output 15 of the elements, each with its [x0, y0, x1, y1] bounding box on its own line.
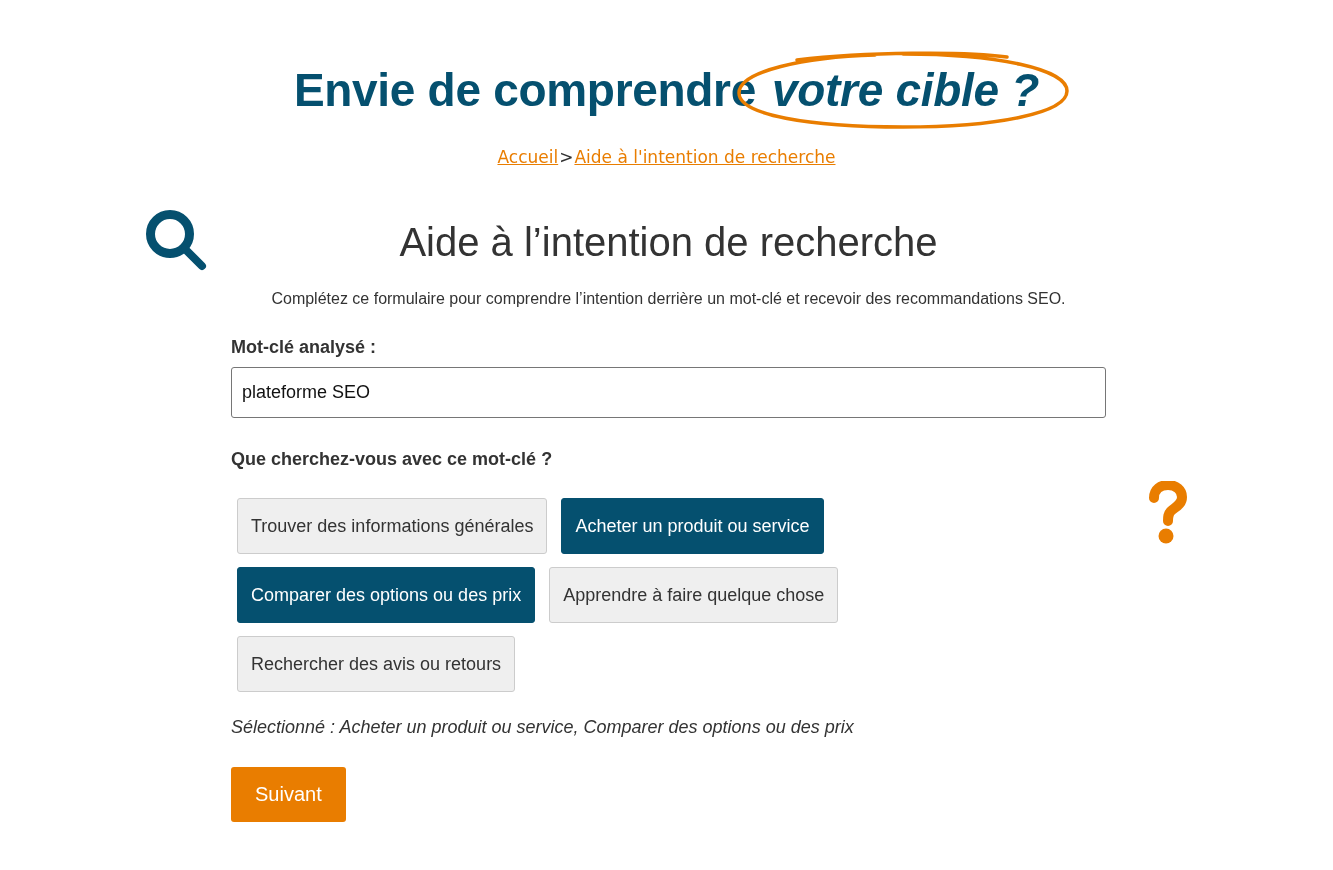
intent-option-button[interactable]: Rechercher des avis ou retours	[237, 636, 516, 692]
search-icon	[144, 208, 207, 271]
question-label: Que cherchez-vous avec ce mot-clé ?	[231, 448, 553, 470]
selection-summary: Sélectionné : Acheter un produit ou service, Comparer des options ou des prix	[231, 716, 854, 738]
intent-option-button[interactable]: Trouver des informations générales	[237, 498, 548, 554]
intent-option-button[interactable]: Apprendre à faire quelque chose	[549, 567, 839, 623]
breadcrumb-separator: >	[559, 146, 574, 169]
title-highlight: votre cible ?	[772, 71, 1040, 109]
intent-option-button[interactable]: Acheter un produit ou service	[561, 498, 824, 554]
question-mark-icon	[1147, 481, 1189, 545]
form-description: Complétez ce formulaire pour comprendre l’intention derrière un mot-clé et recevoir des recommandations SEO.	[271, 290, 1066, 308]
keyword-label: Mot-clé analysé :	[231, 336, 377, 358]
form-heading: Aide à l’intention de recherche	[399, 219, 938, 266]
intent-option-button[interactable]: Comparer des options ou des prix	[237, 567, 536, 623]
keyword-input[interactable]: plateforme SEO	[231, 367, 1106, 418]
